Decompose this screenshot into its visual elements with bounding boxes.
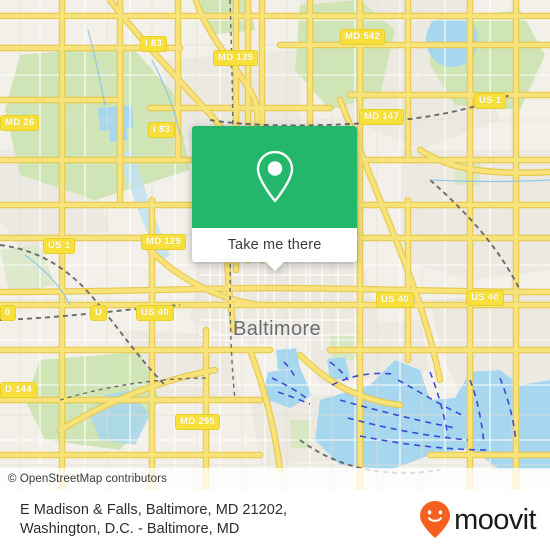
bottom-info-bar: E Madison & Falls, Baltimore, MD 21202, … — [0, 490, 550, 550]
moovit-wordmark: moovit — [454, 503, 536, 536]
highway-shield: I 83 — [140, 36, 168, 52]
highway-shield: MD 129 — [141, 234, 187, 250]
take-me-there-label: Take me there — [227, 237, 322, 253]
highway-shield: US 40 — [376, 292, 414, 308]
highway-shield: US 1 — [43, 238, 76, 254]
moovit-map-screenshot: I 83 MD 139 MD 542 US 1 MD 26 I 83 MD 147 US 1 M… — [0, 0, 550, 550]
highway-shield: I 83 — [148, 122, 176, 138]
address-line-2: Washington, D.C. - Baltimore, MD — [20, 521, 240, 537]
address-line-1: E Madison & Falls, Baltimore, MD 21202, — [20, 502, 288, 518]
moovit-smiley-pin-icon — [420, 501, 451, 538]
highway-shield: MD 26 — [0, 115, 40, 131]
popup-header — [192, 126, 357, 228]
highway-shield: MD 542 — [340, 29, 386, 45]
highway-shield: US 40 — [466, 290, 504, 306]
popup-action-row[interactable]: Take me there — [192, 228, 357, 271]
location-popup-card[interactable]: Take me there — [192, 126, 357, 271]
highway-shield: D 144 — [0, 382, 37, 398]
highway-shield: US 1 — [474, 93, 507, 109]
highway-shield: U — [90, 305, 108, 321]
highway-shield: US 40 — [136, 305, 174, 321]
popup-tail — [265, 262, 284, 271]
moovit-logo[interactable]: moovit — [418, 500, 537, 540]
highway-shield: MD 147 — [359, 109, 405, 125]
highway-shield: 0 — [0, 305, 16, 321]
highway-shield: MD 139 — [213, 50, 259, 66]
highway-shield: MD 295 — [175, 414, 221, 430]
attribution-text[interactable]: © OpenStreetMap contributors — [0, 473, 167, 485]
map-pin-icon — [256, 150, 293, 203]
city-label: Baltimore — [233, 318, 322, 340]
address-block: E Madison & Falls, Baltimore, MD 21202, … — [20, 501, 287, 539]
map-attribution: © OpenStreetMap contributors — [0, 468, 550, 490]
